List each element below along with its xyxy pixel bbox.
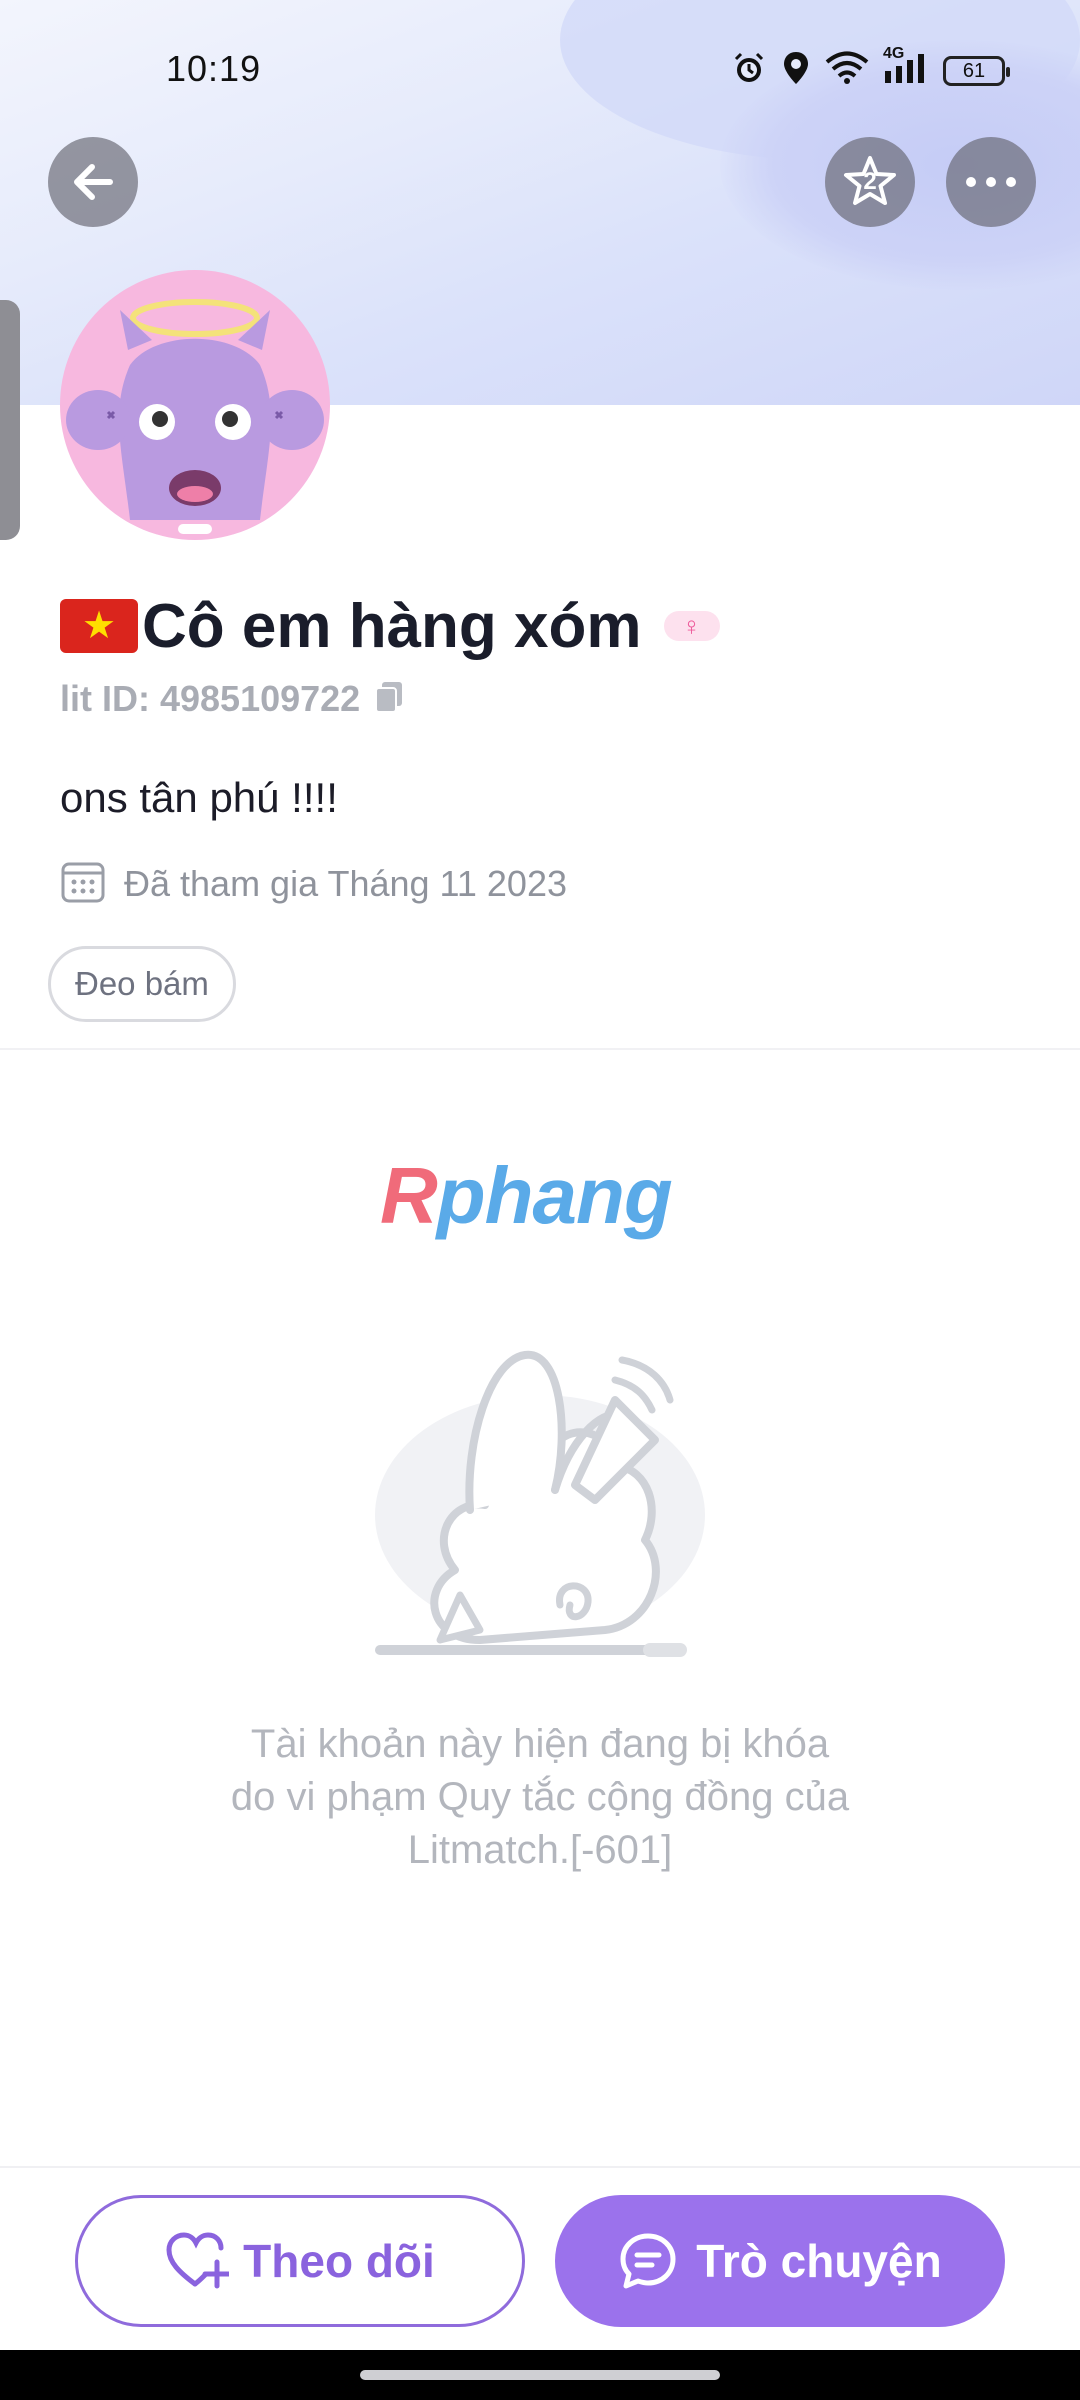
chat-button[interactable]: Trò chuyện xyxy=(555,2195,1005,2327)
locked-message-line: do vi phạm Quy tắc cộng đồng của xyxy=(230,1775,850,1819)
locked-account-message: Tài khoản này hiện đang bị khóa do vi ph… xyxy=(140,1718,940,1877)
avatar-image xyxy=(66,299,324,534)
join-date-row: Đã tham gia Tháng 11 2023 xyxy=(60,858,567,909)
lit-id: lit ID: 4985109722 xyxy=(60,678,361,719)
location-icon xyxy=(781,50,811,91)
wifi-icon xyxy=(825,51,869,90)
follow-button[interactable]: Theo dõi xyxy=(75,2195,525,2327)
heart-plus-icon xyxy=(166,2232,230,2289)
status-time: 10:19 xyxy=(166,48,262,89)
profile-name: Cô em hàng xóm xyxy=(142,591,642,661)
status-bar: 10:19 4G 61 xyxy=(0,0,1080,140)
locked-message-line: Tài khoản này hiện đang bị khóa xyxy=(250,1722,830,1766)
divider xyxy=(0,1048,1080,1050)
star-badge-count: 2 xyxy=(863,168,877,195)
locked-account-illustration xyxy=(360,1340,720,1670)
more-horizontal-icon xyxy=(966,177,1016,187)
battery-icon: 61 xyxy=(943,55,1010,86)
signal-icon: 4G xyxy=(883,45,929,90)
watermark-logo: Rphang xyxy=(380,1151,673,1240)
lit-id-row: lit ID: 4985109722 xyxy=(60,678,404,720)
join-date: Đã tham gia Tháng 11 2023 xyxy=(124,862,567,904)
calendar-icon xyxy=(60,858,106,909)
side-drawer-handle[interactable] xyxy=(0,300,20,540)
profile-name-row: ★ Cô em hàng xóm ♀ xyxy=(60,588,720,664)
network-type: 4G xyxy=(883,45,905,62)
vietnam-flag-icon: ★ xyxy=(60,599,138,653)
locked-message-line: Litmatch.[-601] xyxy=(407,1828,673,1872)
profile-tag[interactable]: Đeo bám xyxy=(48,946,236,1022)
chat-bubble-icon xyxy=(620,2233,676,2289)
follow-label: Theo dõi xyxy=(243,2235,435,2287)
alarm-icon xyxy=(731,50,767,91)
female-symbol-icon: ♀ xyxy=(663,611,720,641)
bottom-action-bar: Theo dõi Trò chuyện xyxy=(0,2166,1080,2350)
chat-label: Trò chuyện xyxy=(696,2235,942,2287)
profile-bio: ons tân phú !!!! xyxy=(60,774,338,821)
home-indicator[interactable] xyxy=(360,2370,720,2380)
favorite-button[interactable]: 2 xyxy=(825,137,915,227)
avatar[interactable] xyxy=(60,270,330,540)
back-button[interactable] xyxy=(48,137,138,227)
copy-icon[interactable] xyxy=(374,680,404,719)
arrow-left-icon xyxy=(74,164,113,200)
status-icons: 4G 61 xyxy=(731,45,1010,91)
more-options-button[interactable] xyxy=(946,137,1036,227)
